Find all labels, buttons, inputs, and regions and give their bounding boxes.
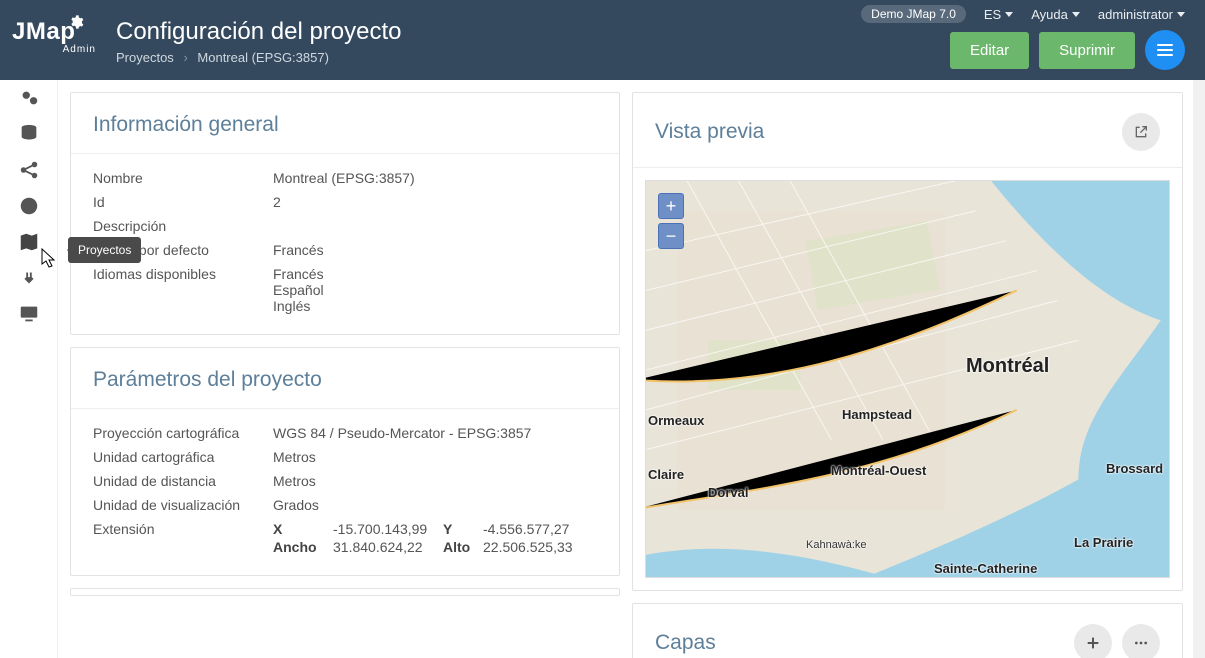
zoom-in-button[interactable]: + xyxy=(658,193,684,219)
map-label-stecatherine: Sainte-Catherine xyxy=(934,561,1037,576)
map-label-kahnawake: Kahnawà:ke xyxy=(806,539,867,551)
page-title: Configuración del proyecto xyxy=(116,18,402,46)
database-icon xyxy=(18,123,40,145)
menu-button[interactable] xyxy=(1145,30,1185,70)
globe-icon xyxy=(18,195,40,217)
panel-preview: Vista previa xyxy=(632,92,1183,591)
plug-icon xyxy=(18,267,40,289)
map-label-montreal-ouest: Montréal-Ouest xyxy=(831,463,926,478)
map-label-hampstead: Hampstead xyxy=(842,407,912,422)
map-preview[interactable]: + − Montréal Hampstead Montréal-Ouest Or… xyxy=(645,180,1170,578)
sidebar-item-status[interactable] xyxy=(0,80,57,116)
edit-button[interactable]: Editar xyxy=(950,32,1029,69)
sidebar-item-extensions[interactable] xyxy=(0,260,57,296)
map-label-montreal: Montréal xyxy=(966,355,1049,378)
sidebar-item-connections[interactable] xyxy=(0,152,57,188)
gears-icon xyxy=(18,87,40,109)
layer-more-button[interactable] xyxy=(1122,624,1160,658)
lang-menu[interactable]: ES xyxy=(984,7,1013,22)
map-label-brossard: Brossard xyxy=(1106,461,1163,476)
panel-layers: Capas xyxy=(632,603,1183,658)
map-label-dorval: Dorval xyxy=(708,485,748,500)
map-icon xyxy=(18,231,40,253)
delete-button[interactable]: Suprimir xyxy=(1039,32,1135,69)
open-preview-button[interactable] xyxy=(1122,113,1160,151)
external-link-icon xyxy=(1133,124,1149,140)
map-label-laprairie: La Prairie xyxy=(1074,535,1133,550)
sidebar-tooltip: Proyectos xyxy=(68,237,141,263)
sidebar-item-projects[interactable] xyxy=(0,224,57,260)
monitor-icon xyxy=(18,303,40,325)
demo-pill: Demo JMap 7.0 xyxy=(861,5,966,23)
breadcrumb-leaf: Montreal (EPSG:3857) xyxy=(197,50,329,65)
logo: JMap Admin xyxy=(12,18,96,55)
dots-icon xyxy=(1133,635,1149,651)
plus-icon xyxy=(1085,635,1101,651)
sidebar-item-databases[interactable] xyxy=(0,116,57,152)
share-icon xyxy=(18,159,40,181)
panel-general-info: Información general NombreMontreal (EPSG… xyxy=(70,92,620,335)
zoom-out-button[interactable]: − xyxy=(658,223,684,249)
panel-project-params: Parámetros del proyecto Proyección carto… xyxy=(70,347,620,576)
add-layer-button[interactable] xyxy=(1074,624,1112,658)
sidebar-item-deployments[interactable] xyxy=(0,296,57,332)
map-label-claire: Claire xyxy=(648,467,684,482)
breadcrumb-root[interactable]: Proyectos xyxy=(116,50,174,65)
breadcrumb: Proyectos › Montreal (EPSG:3857) xyxy=(116,50,402,65)
sidebar-item-datasources[interactable] xyxy=(0,188,57,224)
map-label-ormeaux: Ormeaux xyxy=(648,413,704,428)
help-menu[interactable]: Ayuda xyxy=(1031,7,1080,22)
user-menu[interactable]: administrator xyxy=(1098,7,1185,22)
